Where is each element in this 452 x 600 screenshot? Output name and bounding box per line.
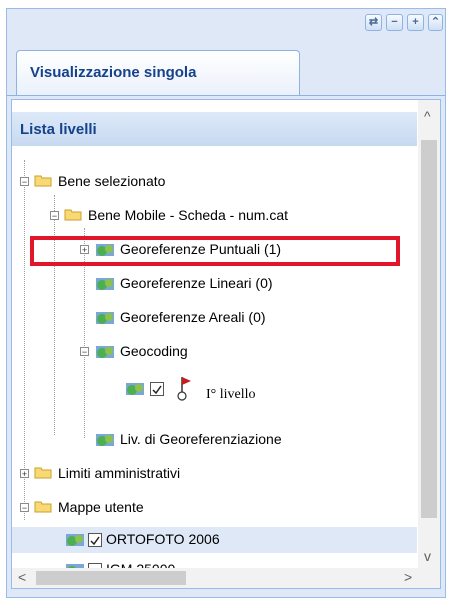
tree-node-geocoding[interactable]: − Geocoding (12, 340, 412, 364)
tree-node-georef-areali[interactable]: Georeferenze Areali (0) (12, 306, 412, 330)
folder-open-icon (64, 209, 82, 221)
folder-open-icon (34, 501, 52, 513)
checkmark-icon (152, 385, 162, 395)
layer-icon (96, 434, 114, 446)
collapse-icon[interactable]: − (20, 503, 29, 513)
panel-header: Lista livelli (12, 112, 417, 146)
scroll-up-icon[interactable]: ^ (424, 108, 431, 124)
layer-icon (126, 383, 144, 395)
tab-label: Visualizzazione singola (30, 64, 197, 81)
folder-open-icon (34, 175, 52, 187)
tree-node-livello-1[interactable]: I° livello (12, 374, 412, 414)
folder-icon (34, 467, 52, 479)
collapse-icon[interactable]: − (20, 177, 29, 187)
tree-node-mappe-utente[interactable]: − Mappe utente (12, 496, 412, 520)
minus-icon[interactable]: − (386, 14, 403, 31)
layer-checkbox[interactable] (88, 533, 102, 547)
scroll-left-icon[interactable]: < (18, 569, 26, 585)
horizontal-scrollbar[interactable]: < > (12, 568, 440, 588)
checkmark-icon (90, 536, 100, 546)
layer-panel: ⇄ − + ⌃ Visualizzazione singola Lista li… (6, 8, 446, 598)
collapse-icon[interactable]: − (50, 211, 59, 221)
layer-tree-panel: Lista livelli − Bene selezionato − Bene … (11, 99, 441, 589)
tree-node-limiti[interactable]: + Limiti amministrativi (12, 462, 412, 486)
scroll-right-icon[interactable]: > (404, 569, 412, 585)
collapse-icon[interactable]: − (80, 347, 89, 357)
layer-icon (96, 346, 114, 358)
tree-node-liv-georef[interactable]: Liv. di Georeferenziazione (12, 428, 412, 452)
plus-icon[interactable]: + (407, 14, 424, 31)
refresh-icon[interactable]: ⇄ (365, 14, 382, 31)
tree-node-georef-lineari[interactable]: Georeferenze Lineari (0) (12, 272, 412, 296)
layer-icon (96, 312, 114, 324)
vertical-scrollbar[interactable]: ^ v (418, 100, 440, 570)
horizontal-scroll-thumb[interactable] (36, 571, 186, 585)
tree-node-bene-selezionato[interactable]: − Bene selezionato (12, 170, 412, 194)
panel-title: Lista livelli (20, 121, 97, 138)
tree-node-bene-mobile[interactable]: − Bene Mobile - Scheda - num.cat (12, 204, 417, 228)
tab-visualizzazione-singola[interactable]: Visualizzazione singola (16, 50, 300, 96)
layer-icon (96, 278, 114, 290)
highlight-annotation (30, 236, 400, 266)
collapse-up-icon[interactable]: ⌃ (428, 14, 443, 31)
flag-marker-icon (177, 377, 191, 401)
vertical-scroll-thumb[interactable] (421, 140, 437, 518)
layer-checkbox[interactable] (150, 382, 164, 396)
scroll-down-icon[interactable]: v (424, 548, 431, 564)
tab-strip-divider (7, 95, 445, 96)
expand-icon[interactable]: + (20, 469, 29, 479)
layer-icon (66, 534, 84, 546)
tree-node-ortofoto[interactable]: ORTOFOTO 2006 (12, 528, 412, 552)
